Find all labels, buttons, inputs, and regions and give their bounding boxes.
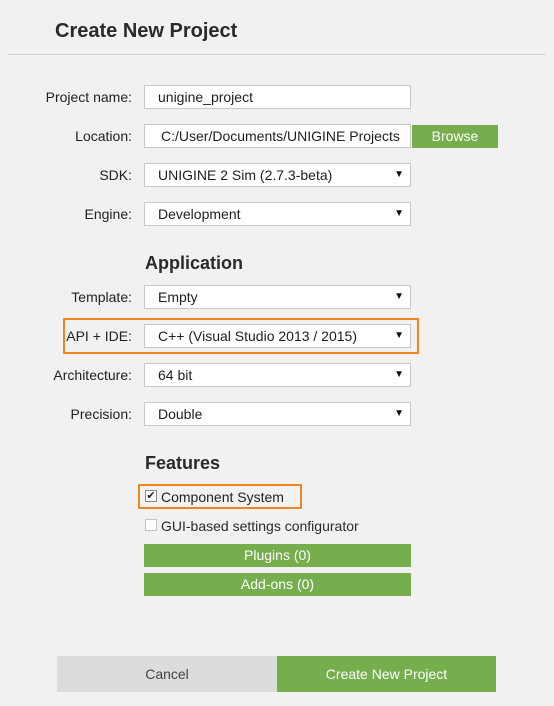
engine-label: Engine: [84, 206, 132, 222]
checkmark-icon: ✔ [146, 490, 156, 502]
chevron-down-icon: ▼ [394, 208, 404, 219]
api-ide-select-value: C++ (Visual Studio 2013 / 2015) [158, 328, 357, 344]
api-ide-label: API + IDE: [66, 328, 132, 344]
location-label: Location: [75, 128, 132, 144]
chevron-down-icon: ▼ [394, 291, 404, 302]
project-name-label: Project name: [45, 89, 132, 105]
component-system-label[interactable]: Component System [161, 489, 284, 505]
addons-button[interactable]: Add-ons (0) [144, 573, 411, 596]
features-heading: Features [145, 453, 221, 473]
gui-configurator-label[interactable]: GUI-based settings configurator [161, 518, 359, 534]
chevron-down-icon: ▼ [394, 169, 404, 180]
cancel-button[interactable]: Cancel [57, 656, 277, 692]
architecture-select-value: 64 bit [158, 367, 193, 383]
browse-button[interactable]: Browse [412, 125, 498, 148]
precision-label: Precision: [70, 406, 132, 422]
component-system-checkbox[interactable]: ✔ [145, 490, 157, 502]
application-heading: Application [145, 253, 243, 273]
project-name-input[interactable]: unigine_project [144, 85, 411, 109]
engine-select[interactable]: Development ▼ [144, 202, 411, 226]
location-input[interactable]: C:/User/Documents/UNIGINE Projects [144, 124, 411, 148]
sdk-label: SDK: [99, 167, 132, 183]
precision-select-value: Double [158, 406, 203, 422]
template-label: Template: [71, 289, 132, 305]
header-divider [8, 54, 546, 55]
template-select-value: Empty [158, 289, 198, 305]
api-ide-select[interactable]: C++ (Visual Studio 2013 / 2015) ▼ [144, 324, 411, 348]
chevron-down-icon: ▼ [394, 330, 404, 341]
create-project-button[interactable]: Create New Project [277, 656, 496, 692]
chevron-down-icon: ▼ [394, 408, 404, 419]
sdk-select[interactable]: UNIGINE 2 Sim (2.7.3-beta) ▼ [144, 163, 411, 187]
template-select[interactable]: Empty ▼ [144, 285, 411, 309]
chevron-down-icon: ▼ [394, 369, 404, 380]
page-title: Create New Project [55, 20, 238, 42]
engine-select-value: Development [158, 206, 241, 222]
architecture-label: Architecture: [53, 367, 132, 383]
precision-select[interactable]: Double ▼ [144, 402, 411, 426]
plugins-button[interactable]: Plugins (0) [144, 544, 411, 567]
gui-configurator-checkbox[interactable] [145, 519, 157, 531]
architecture-select[interactable]: 64 bit ▼ [144, 363, 411, 387]
sdk-select-value: UNIGINE 2 Sim (2.7.3-beta) [158, 167, 333, 183]
